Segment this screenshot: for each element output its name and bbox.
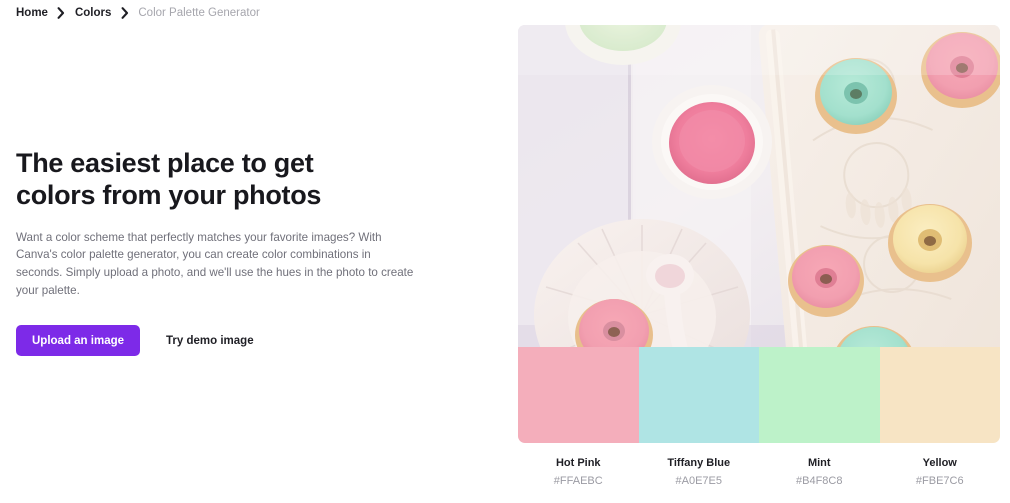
breadcrumb: Home Colors Color Palette Generator (16, 6, 260, 20)
palette-swatch[interactable] (879, 347, 1000, 443)
uploaded-photo[interactable] (518, 25, 1000, 347)
hero-description: Want a color scheme that perfectly match… (16, 230, 414, 297)
palette-swatch-row (518, 347, 1000, 443)
breadcrumb-item-colors[interactable]: Colors (75, 6, 111, 20)
swatch-label-cell: Yellow #FBE7C6 (880, 456, 1001, 489)
palette-swatch[interactable] (759, 347, 880, 443)
swatch-label-cell: Hot Pink #FFAEBC (518, 456, 639, 489)
try-demo-image-button[interactable]: Try demo image (150, 325, 270, 356)
swatch-hex[interactable]: #B4F8C8 (761, 474, 878, 489)
swatch-label-cell: Mint #B4F8C8 (759, 456, 880, 489)
palette-swatch[interactable] (638, 347, 759, 443)
hero-actions: Upload an image Try demo image (16, 325, 436, 357)
palette-card: Hot Pink #FFAEBC Tiffany Blue #A0E7E5 Mi… (518, 25, 1000, 489)
swatch-name: Hot Pink (555, 457, 601, 469)
page-title: The easiest place to get colors from you… (16, 148, 322, 210)
swatch-name: Tiffany Blue (667, 457, 731, 469)
swatch-label-cell: Tiffany Blue #A0E7E5 (639, 456, 760, 489)
swatch-hex[interactable]: #A0E7E5 (641, 474, 758, 489)
breadcrumb-item-current: Color Palette Generator (138, 7, 260, 19)
swatch-name: Yellow (922, 457, 957, 469)
breadcrumb-item-home[interactable]: Home (16, 6, 48, 20)
swatch-name: Mint (807, 457, 831, 469)
swatch-hex[interactable]: #FFAEBC (520, 474, 637, 489)
chevron-right-icon (120, 7, 129, 19)
upload-an-image-button[interactable]: Upload an image (16, 325, 141, 357)
hero-section: The easiest place to get colors from you… (16, 148, 436, 357)
swatch-hex[interactable]: #FBE7C6 (882, 474, 999, 489)
palette-swatch-labels: Hot Pink #FFAEBC Tiffany Blue #A0E7E5 Mi… (518, 456, 1000, 489)
palette-swatch[interactable] (518, 347, 639, 443)
color-palette-generator-page: Home Colors Color Palette Generator The … (0, 0, 1010, 503)
chevron-right-icon (57, 7, 66, 19)
